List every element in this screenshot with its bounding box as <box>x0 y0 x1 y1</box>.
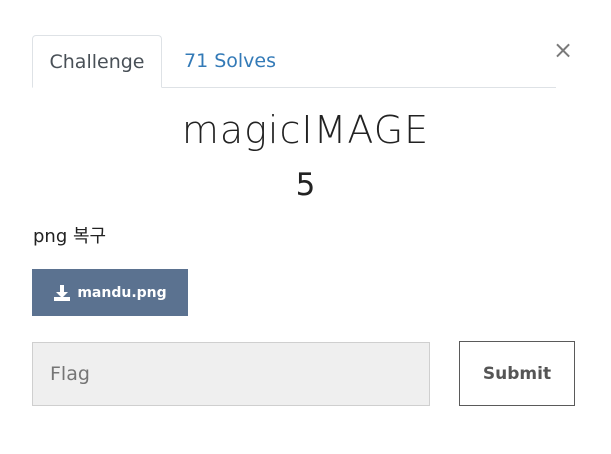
file-download-button[interactable]: mandu.png <box>32 269 188 316</box>
challenge-description: png 복구 <box>33 226 107 247</box>
challenge-points: 5 <box>295 167 316 203</box>
tab-challenge[interactable]: Challenge <box>32 35 162 88</box>
challenge-title: magicIMAGE <box>181 108 430 152</box>
download-icon <box>53 284 71 302</box>
challenge-tabs: Challenge 71 Solves <box>32 35 556 88</box>
tab-solves[interactable]: 71 Solves <box>170 35 290 87</box>
flag-input[interactable] <box>32 342 430 406</box>
close-icon[interactable]: × <box>553 38 573 62</box>
file-name: mandu.png <box>77 284 167 301</box>
submit-button[interactable]: Submit <box>459 341 575 406</box>
